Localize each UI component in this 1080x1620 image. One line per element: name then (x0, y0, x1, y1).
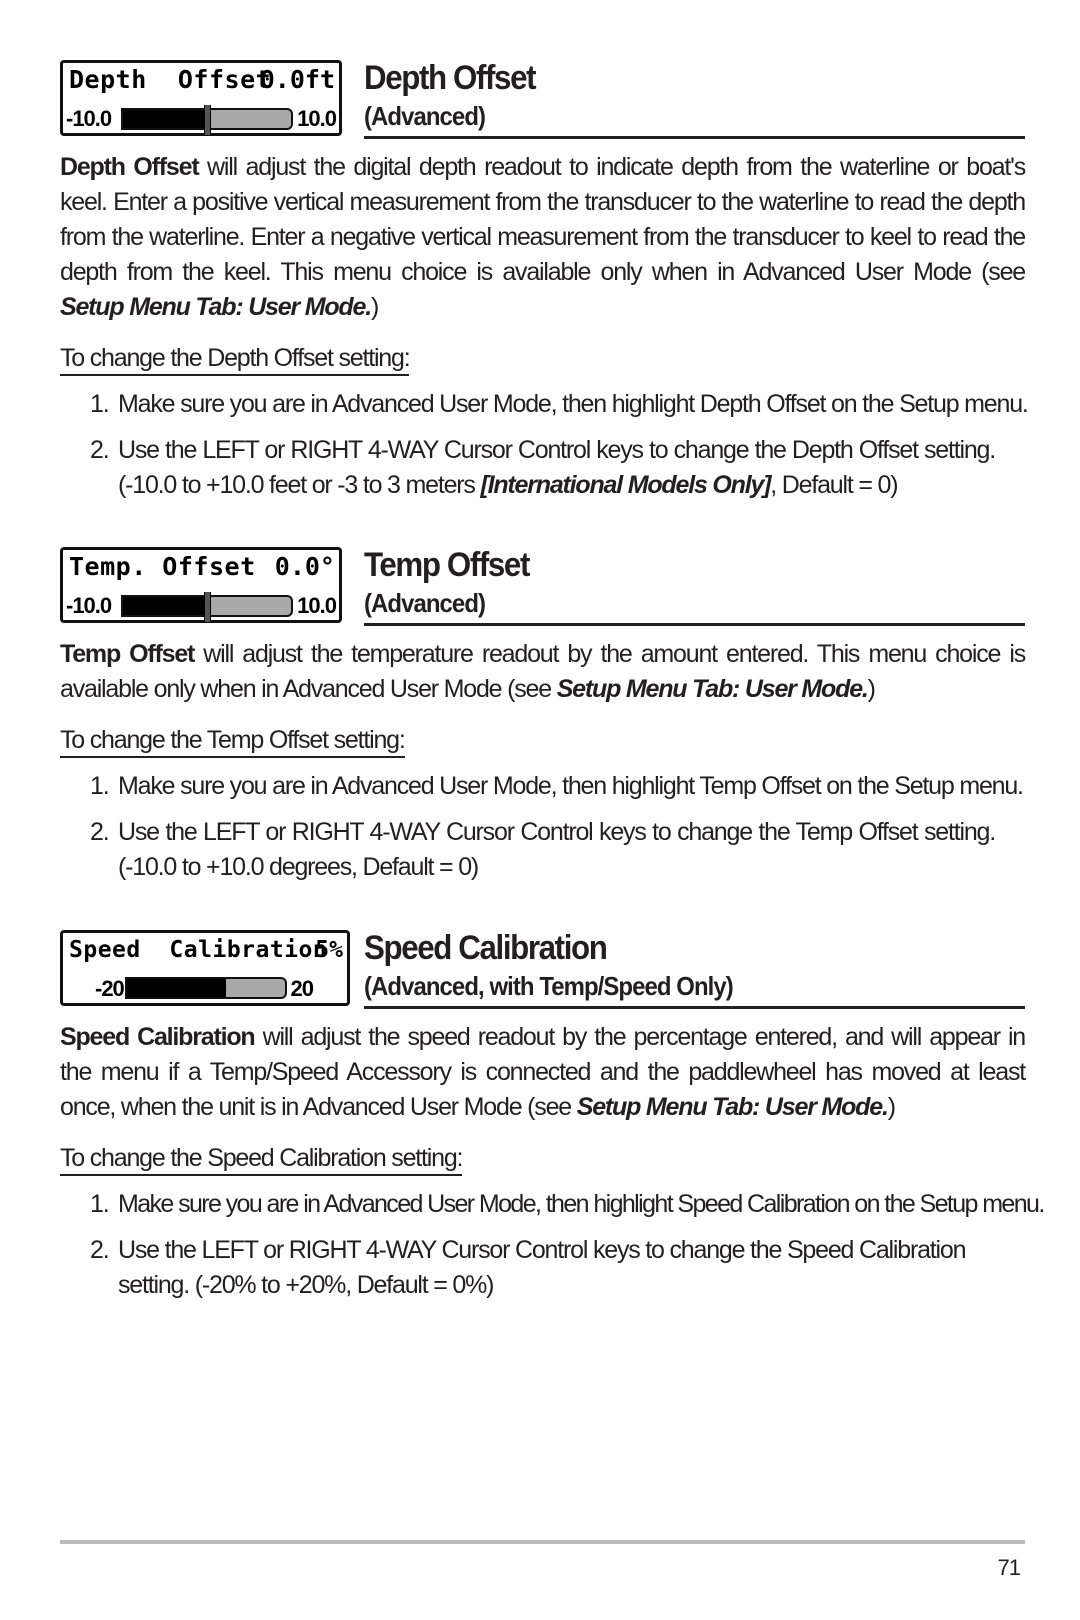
description-term: Speed Calibration (60, 1023, 256, 1051)
description-text: will adjust the temperature readout by t… (60, 640, 1026, 703)
description-reference: Setup Menu Tab: User Mode. (556, 675, 869, 703)
lcd-max-label: 20 (290, 976, 315, 1001)
description-end: ) (887, 1093, 896, 1121)
depth-offset-slider-bar (121, 105, 293, 135)
temp-offset-lcd-display: Temp. Offset 0.0° -10.0 10.0 (60, 547, 342, 623)
section-heading: Speed Calibration (Advanced, with Temp/S… (364, 928, 1025, 1009)
temp-offset-slider-bar (121, 592, 293, 622)
step-item: 1. Make sure you are in Advanced User Mo… (90, 769, 1024, 804)
step-text: Use the LEFT or RIGHT 4-WAY Cursor Contr… (118, 1236, 966, 1299)
step-item: 1. Make sure you are in Advanced User Mo… (90, 387, 1029, 422)
lcd-min-label: -20 (95, 976, 125, 1001)
section-heading: Temp Offset (Advanced) (364, 545, 1025, 626)
step-item: 1. Make sure you are in Advanced User Mo… (90, 1187, 1045, 1222)
description-term: Depth Offset (60, 153, 200, 181)
description-reference: Setup Menu Tab: User Mode. (60, 293, 372, 321)
page-number: 71 (997, 1555, 1022, 1580)
lcd-min-label: -10.0 (66, 106, 112, 131)
slider-fill (127, 979, 226, 997)
lcd-min-label: -10.0 (66, 593, 112, 618)
step-number: 2. (90, 1236, 110, 1264)
section-title: Speed Calibration (364, 929, 608, 967)
depth-offset-lcd-display: Depth Offset 0.0ft -10.0 10.0 (60, 60, 342, 136)
step-item: 2. Use the LEFT or RIGHT 4-WAY Cursor Co… (90, 1233, 995, 1303)
description-term: Temp Offset (60, 640, 195, 668)
speed-calibration-slider-bar (125, 977, 287, 999)
step-text-wrapper: Use the LEFT or RIGHT 4-WAY Cursor Contr… (118, 433, 996, 503)
step-text-end: , Default = 0) (770, 471, 898, 499)
step-number: 2. (90, 436, 110, 464)
lcd-value: 0.0ft (259, 65, 335, 94)
procedure-heading: To change the Temp Offset setting: (60, 724, 406, 758)
section-title: Temp Offset (364, 546, 530, 584)
step-text: Make sure you are in Advanced User Mode,… (118, 390, 1029, 418)
lcd-value: 0.0° (274, 552, 335, 581)
slider-fill (123, 597, 207, 615)
section-title: Depth Offset (364, 59, 536, 97)
lcd-label: Depth Offset (69, 65, 272, 94)
step-number: 1. (90, 390, 110, 418)
slider-fill (123, 110, 207, 128)
lcd-max-label: 10.0 (297, 106, 337, 131)
step-text: Make sure you are in Advanced User Mode,… (118, 1190, 1045, 1218)
lcd-label: Speed Calibration (69, 937, 328, 963)
step-text: Use the LEFT or RIGHT 4-WAY Cursor Contr… (118, 818, 996, 881)
description-end: ) (867, 675, 876, 703)
description-reference: Setup Menu Tab: User Mode. (576, 1093, 889, 1121)
section-subtitle: (Advanced) (364, 588, 486, 618)
section-subtitle: (Advanced) (364, 101, 486, 131)
step-number: 1. (90, 1190, 110, 1218)
description-end: ) (370, 293, 379, 321)
step-reference: [International Models Only] (480, 471, 771, 499)
step-item: 2. Use the LEFT or RIGHT 4-WAY Cursor Co… (90, 815, 996, 885)
step-text: Make sure you are in Advanced User Mode,… (118, 772, 1024, 800)
section-heading: Depth Offset (Advanced) (364, 58, 1025, 139)
lcd-label: Temp. Offset (69, 552, 256, 581)
section-description: Depth Offset will adjust the digital dep… (60, 150, 1026, 325)
slider-handle (204, 105, 211, 135)
lcd-max-label: 10.0 (297, 593, 337, 618)
section-description: Temp Offset will adjust the temperature … (60, 637, 1026, 707)
procedure-heading: To change the Depth Offset setting: (60, 342, 411, 376)
footer-divider (60, 1540, 1025, 1544)
lcd-value: 5% (315, 937, 343, 963)
description-text: will adjust the digital depth readout to… (60, 153, 1026, 286)
section-subtitle: (Advanced, with Temp/Speed Only) (364, 971, 734, 1001)
section-description: Speed Calibration will adjust the speed … (60, 1020, 1026, 1125)
step-number: 2. (90, 818, 110, 846)
slider-handle (204, 592, 211, 622)
speed-calibration-lcd-display: Speed Calibration 5% -20 20 (60, 930, 350, 1006)
procedure-heading: To change the Speed Calibration setting: (60, 1142, 464, 1176)
step-item: 2. Use the LEFT or RIGHT 4-WAY Cursor Co… (90, 433, 996, 503)
step-number: 1. (90, 772, 110, 800)
